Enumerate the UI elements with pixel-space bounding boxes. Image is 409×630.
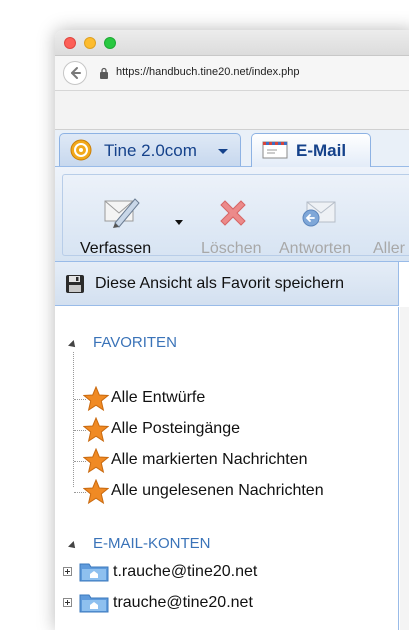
address-bar: https://handbuch.tine20.net/index.php [55,56,409,91]
window-titlebar [55,30,409,56]
compose-dropdown-icon[interactable] [175,220,183,225]
floppy-disk-icon [66,275,84,293]
account-item-label: t.rauche@tine20.net [113,563,258,580]
favorite-item-label: Alle markierten Nachrichten [111,451,308,468]
tab-email-label: E-Mail [296,141,347,160]
accounts-collapse-icon[interactable] [68,541,78,551]
accounts-header[interactable]: E-MAIL-KONTEN [93,535,211,552]
back-arrow-icon [71,67,81,79]
zoom-window-button[interactable] [104,37,116,49]
star-icon [83,386,109,412]
tab-tine-menu[interactable]: Tine 2.0com [59,133,241,166]
tab-tine-label: Tine 2.0com [104,141,197,160]
save-favorite-label: Diese Ansicht als Favorit speichern [95,275,344,292]
delete-button[interactable]: Löschen [189,175,269,257]
favorite-item[interactable]: Alle markierten Nachrichten [69,446,389,476]
app-tab-bar: Tine 2.0com E-Mail [55,130,409,167]
favorite-item-label: Alle Posteingänge [111,420,240,437]
reply-button[interactable]: Antworten [269,175,367,257]
reply-label: Antworten [279,240,352,257]
expand-account-icon[interactable] [63,567,72,576]
account-item[interactable]: trauche@tine20.net [55,589,375,619]
favorite-item-label: Alle Entwürfe [111,389,206,406]
compose-icon [104,198,140,228]
compose-label: Verfassen [80,240,152,257]
folder-tree: FAVORITEN Alle Entwürfe Alle Posteingäng… [55,307,399,630]
lock-icon [100,67,108,79]
account-folder-icon [79,563,109,582]
chevron-down-icon [218,149,228,154]
favorite-item[interactable]: Alle Entwürfe [69,384,389,414]
favorite-item-label: Alle ungelesenen Nachrichten [111,482,324,499]
url-text[interactable]: https://handbuch.tine20.net/index.php [116,66,299,78]
account-item-label: trauche@tine20.net [113,594,253,611]
reply-all-label: Aller [373,240,406,257]
save-favorite-button[interactable]: Diese Ansicht als Favorit speichern [55,262,399,306]
favorite-item[interactable]: Alle Posteingänge [69,415,389,445]
delete-label: Löschen [201,240,262,257]
star-icon [83,417,109,443]
mail-tab-icon [262,141,288,159]
app-header-strip [55,91,409,130]
star-icon [83,479,109,505]
favorite-item[interactable]: Alle ungelesenen Nachrichten [69,477,389,507]
browser-window: https://handbuch.tine20.net/index.php Ti… [55,30,409,630]
tine-logo-icon [70,139,92,161]
toolbar-actions-group: Verfassen Löschen Antworten Aller [62,174,409,257]
expand-account-icon[interactable] [63,598,72,607]
reply-all-button[interactable]: Aller [367,175,409,257]
favorites-collapse-icon[interactable] [68,340,78,350]
content-area [400,307,409,630]
delete-x-icon [220,200,246,226]
back-button[interactable] [63,61,87,85]
close-window-button[interactable] [64,37,76,49]
favorites-header[interactable]: FAVORITEN [93,334,177,351]
account-folder-icon [79,594,109,613]
account-item[interactable]: t.rauche@tine20.net [55,558,375,588]
minimize-window-button[interactable] [84,37,96,49]
mail-toolbar: Verfassen Löschen Antworten Aller [55,167,409,262]
star-icon [83,448,109,474]
tab-email[interactable]: E-Mail [251,133,371,167]
compose-button[interactable]: Verfassen [63,175,189,257]
reply-icon [302,201,336,227]
